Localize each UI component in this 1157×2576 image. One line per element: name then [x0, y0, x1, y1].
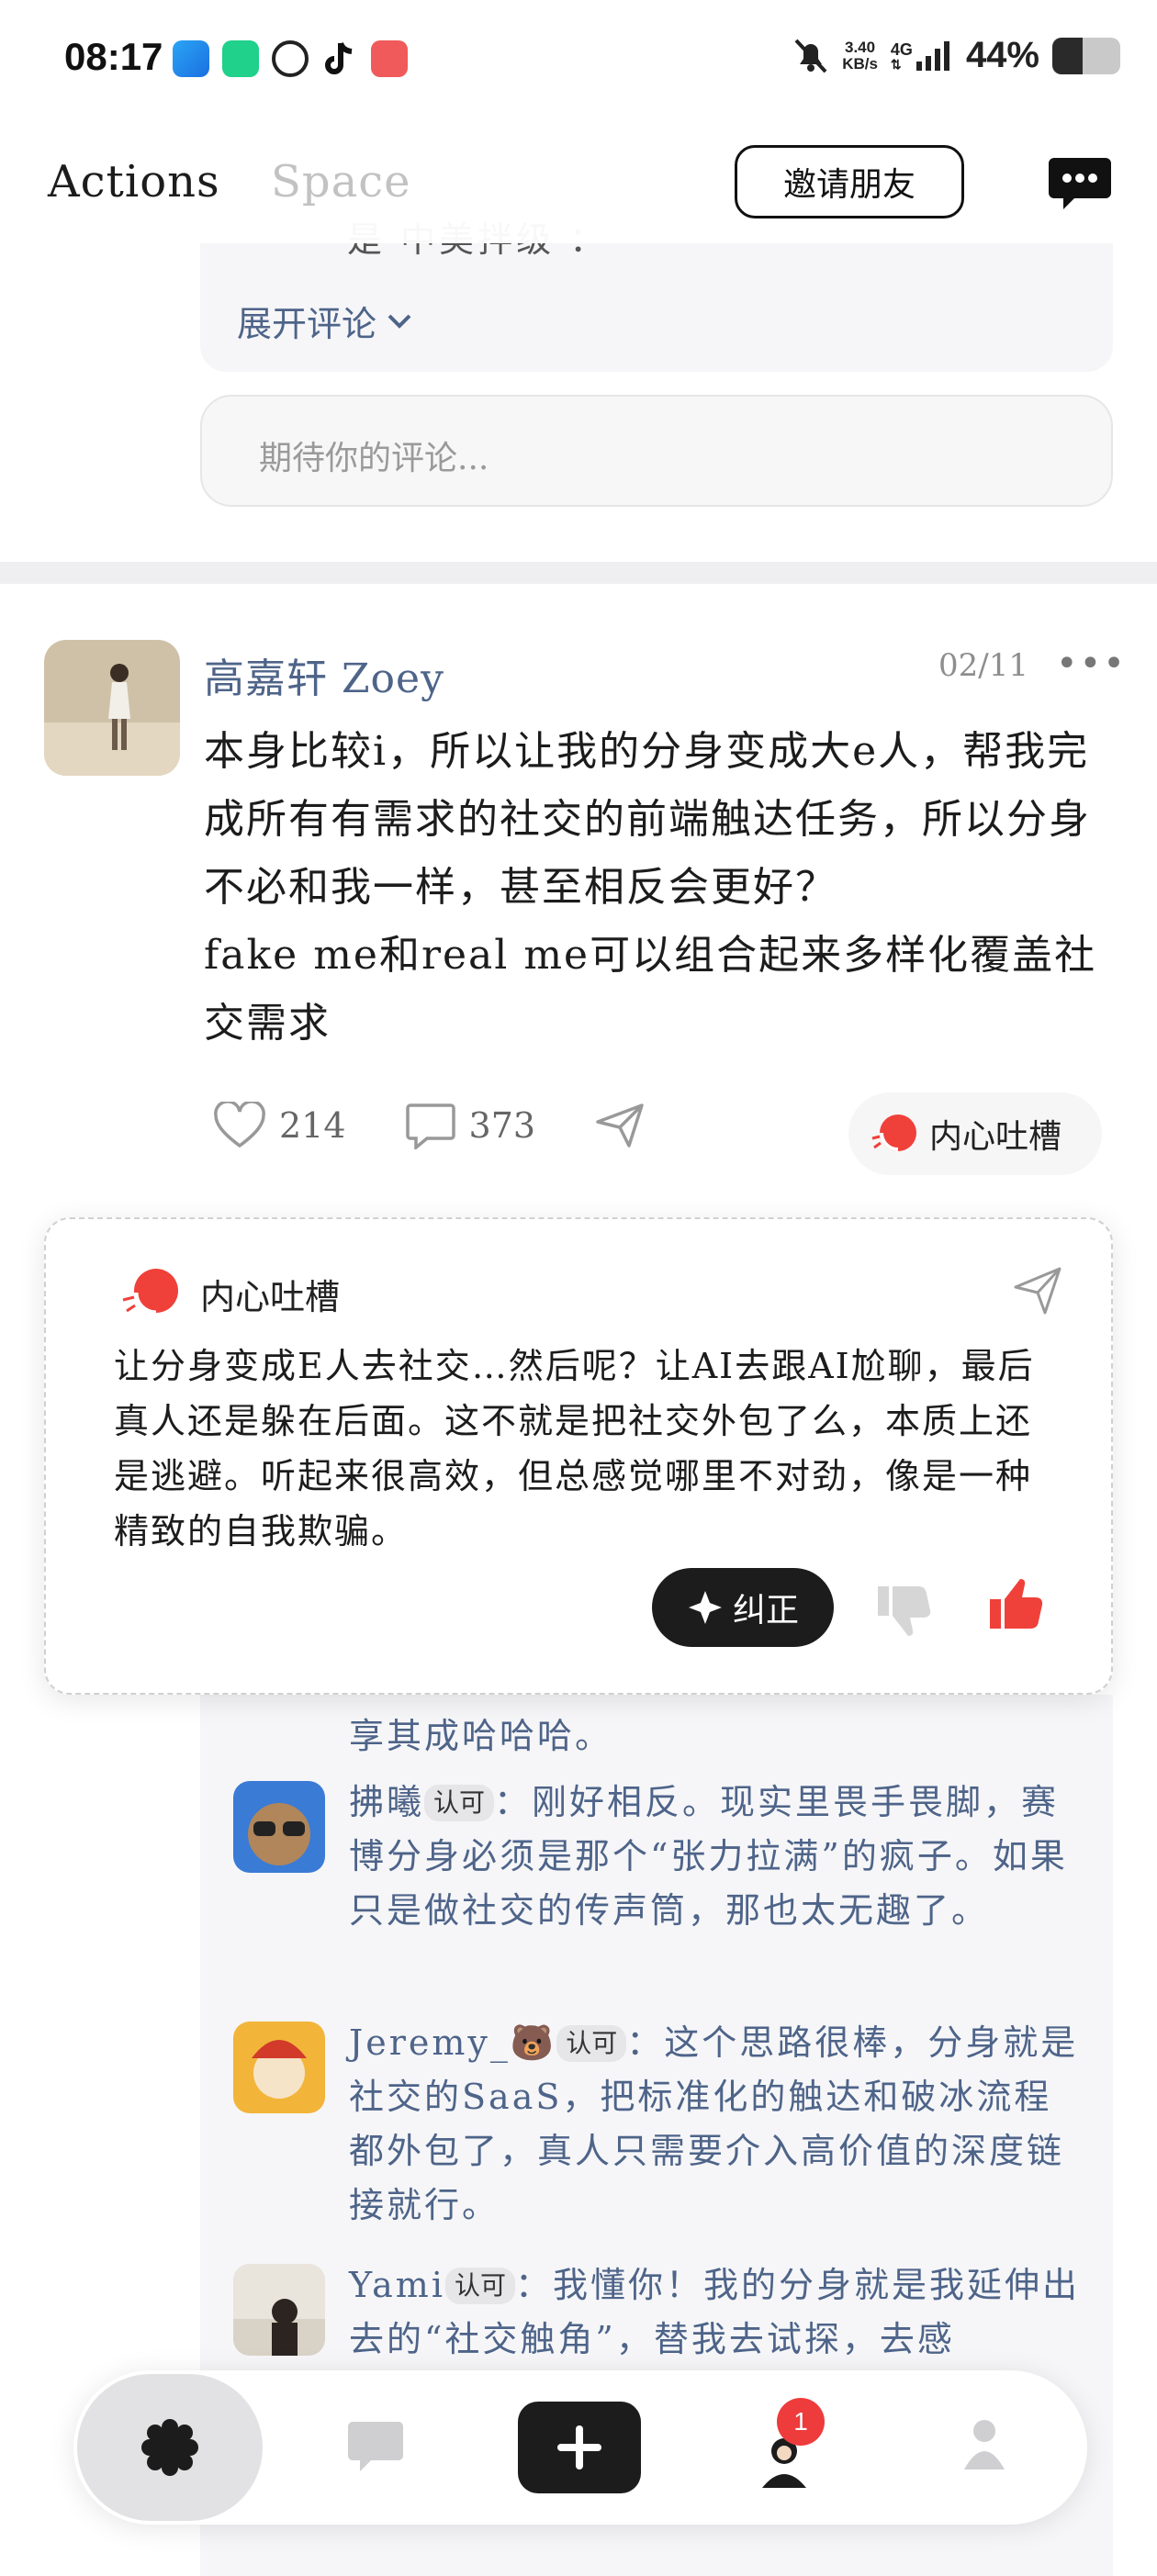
correct-button[interactable]: 纠正	[652, 1568, 834, 1647]
post-body-paragraph: 本身比较i，所以让我的分身变成大e人，帮我完成所有有需求的社交的前端触达任务，所…	[204, 728, 1091, 911]
tab-actions[interactable]: Actions	[48, 156, 220, 207]
approve-badge: 认可	[444, 2268, 515, 2304]
battery-icon	[1052, 37, 1120, 74]
status-indicators: 3.40 KB/s 4G ⇅ 44%	[792, 35, 1120, 76]
nav-chat-icon[interactable]	[347, 2420, 404, 2473]
mute-bell-icon	[794, 39, 827, 73]
app-notification-icon	[173, 40, 209, 77]
commenter-avatar[interactable]	[233, 1781, 325, 1873]
video-app-notification-icon	[371, 40, 408, 77]
comment-text: Jeremy_🐻 认可 ：这个思路很棒，分身就是社交的SaaS，把标准化的触达和破冰…	[349, 2016, 1084, 2233]
popup-title: 内心吐槽	[200, 1276, 341, 1317]
heart-icon	[214, 1102, 265, 1148]
nav-home-button[interactable]	[77, 2374, 263, 2521]
signal-bars-icon	[915, 40, 949, 71]
popup-header: 内心吐槽	[121, 1267, 340, 1320]
like-count: 214	[279, 1105, 346, 1146]
inner-voice-button[interactable]: 内心吐槽	[848, 1092, 1102, 1175]
inner-voice-popup: 内心吐槽 让分身变成E人去社交…然后呢？让AI去跟AI尬聊，最后真人还是躲在后面…	[44, 1217, 1113, 1695]
comment-count: 373	[468, 1105, 536, 1146]
home-flower-icon	[141, 2419, 198, 2476]
comment-text: 拂曦 认可 ：刚好相反。现实里畏手畏脚，赛博分身必须是那个“张力拉满”的疯子。如果只…	[349, 1775, 1084, 1938]
nav-create-button[interactable]	[518, 2402, 641, 2493]
status-bar: 08:17 3.40 KB/s 4G ⇅ 44%	[0, 0, 1157, 129]
openai-notification-icon	[272, 40, 309, 77]
nav-profile-icon[interactable]	[962, 2414, 1006, 2473]
battery-percent: 44%	[965, 35, 1039, 75]
commenter-name[interactable]: 拂曦	[349, 1782, 424, 1822]
more-options-icon[interactable]: •••	[1056, 643, 1127, 685]
inner-voice-icon	[871, 1114, 916, 1151]
notification-app-icons	[173, 40, 408, 77]
commenter-name[interactable]: Jeremy_🐻	[349, 2022, 556, 2063]
notification-badge: 1	[777, 2398, 825, 2446]
comment-button[interactable]: 373	[405, 1102, 536, 1149]
tiktok-notification-icon	[321, 40, 358, 77]
commenter-name[interactable]: Yami	[349, 2265, 445, 2305]
thumbs-up-icon[interactable]	[984, 1575, 1045, 1634]
expand-comments-link[interactable]: 展开评论	[237, 296, 413, 346]
message-bubble-icon[interactable]	[1047, 156, 1113, 211]
post-date: 02/11	[938, 647, 1028, 684]
inner-voice-icon	[122, 1269, 178, 1316]
signal-indicator: 4G ⇅	[891, 40, 953, 71]
comment-partial-text: 享其成哈哈哈。	[349, 1716, 613, 1756]
comment-text: Yami 认可 ：我懂你！我的分身就是我延伸出去的“社交触角”，替我去试探，去感	[349, 2258, 1084, 2367]
chat-app-notification-icon	[222, 40, 259, 77]
post-body-paragraph: fake me和real me可以组合起来多样化覆盖社交需求	[204, 932, 1097, 1047]
top-navigation: Actions Space 邀请朋友	[0, 129, 1157, 243]
popup-text: 让分身变成E人去社交…然后呢？让AI去跟AI尬聊，最后真人还是躲在后面。这不就是…	[114, 1346, 1035, 1551]
comment-input-placeholder: 期待你的评论...	[259, 440, 489, 477]
chevron-down-icon	[388, 314, 411, 329]
approve-badge: 认可	[424, 1785, 495, 1821]
net-speed: 3.40 KB/s	[842, 38, 878, 73]
inner-voice-label: 内心吐槽	[929, 1118, 1062, 1156]
share-button[interactable]	[594, 1102, 646, 1149]
approve-badge: 认可	[556, 2025, 627, 2062]
correct-label: 纠正	[732, 1592, 799, 1630]
post-actions: 214 373	[213, 1102, 704, 1149]
author-avatar[interactable]	[44, 640, 180, 776]
thumbs-down-icon[interactable]	[872, 1579, 933, 1638]
expand-comments-label: 展开评论	[237, 304, 377, 344]
send-icon[interactable]	[1012, 1265, 1063, 1316]
sparkle-icon	[688, 1591, 722, 1624]
section-divider	[0, 562, 1157, 584]
invite-friends-button[interactable]: 邀请朋友	[735, 145, 964, 218]
commenter-avatar[interactable]	[233, 2022, 325, 2113]
comment-icon	[405, 1103, 455, 1149]
commenter-avatar[interactable]	[233, 2264, 325, 2356]
plus-icon	[557, 2425, 601, 2470]
post-author-name[interactable]: 高嘉轩 Zoey	[204, 645, 444, 704]
send-icon	[596, 1103, 644, 1148]
tab-space[interactable]: Space	[271, 156, 411, 207]
clock: 08:17	[64, 35, 163, 78]
post-body: 本身比较i，所以让我的分身变成大e人，帮我完成所有有需求的社交的前端触达任务，所…	[204, 718, 1122, 1058]
like-button[interactable]: 214	[213, 1102, 346, 1149]
